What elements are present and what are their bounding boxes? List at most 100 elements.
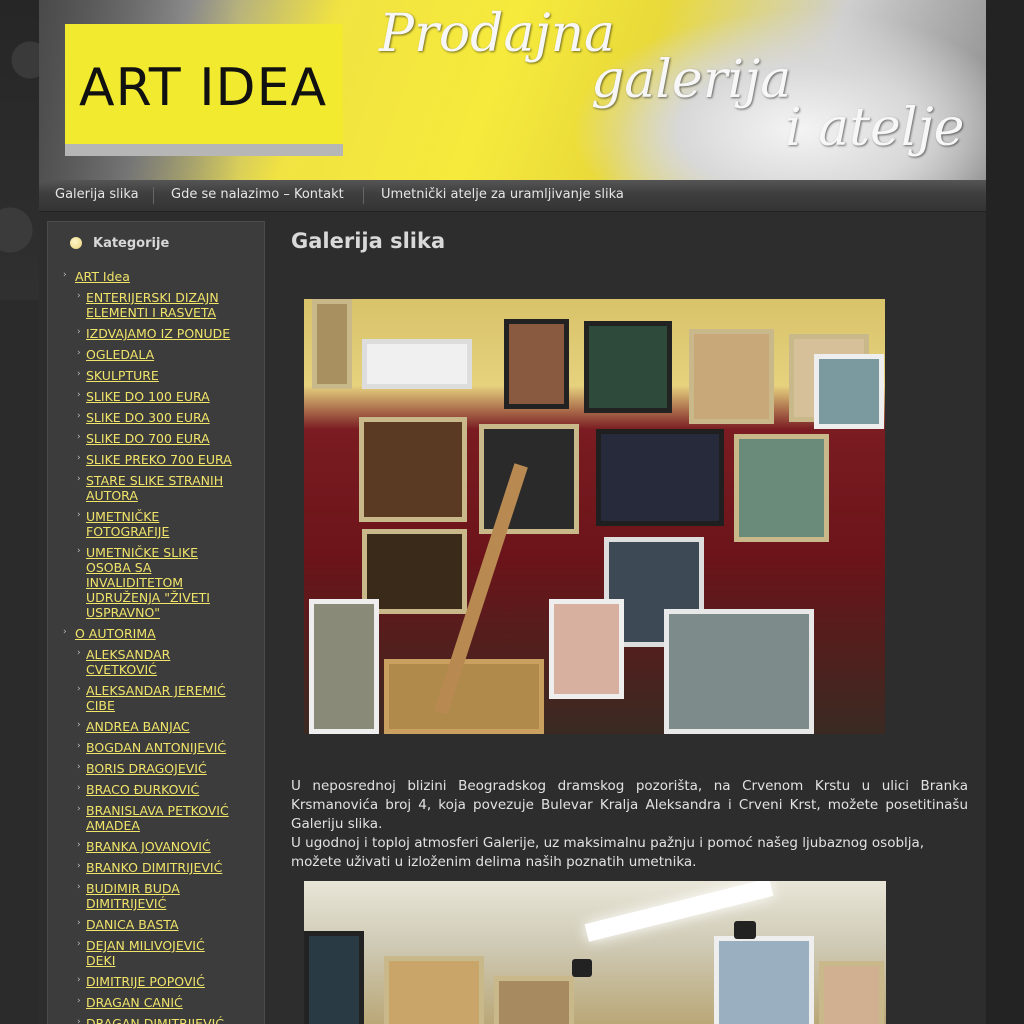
sidebar-item[interactable]: O AUTORIMA [75,626,255,641]
arrow-icon: › [63,627,67,637]
arrow-icon: › [63,270,67,280]
sidebar-item[interactable]: BRANKA JOVANOVIĆ [86,839,256,854]
painting [384,659,544,734]
sidebar-title: Kategorije [93,236,170,251]
painting [819,961,884,1024]
painting [304,931,364,1024]
sidebar-item[interactable]: DRAGAN CANIĆ [86,995,256,1010]
spotlight-icon [734,921,756,939]
sidebar-item[interactable]: BRACO ĐURKOVIĆ [86,782,256,797]
sidebar-item[interactable]: ALEKSANDAR JEREMIĆ CIBE [86,683,246,713]
arrow-icon: › [77,741,81,751]
sidebar-categories: Kategorije › ART Idea › ENTERIJERSKI DIZ… [47,221,265,1024]
arrow-icon: › [77,684,81,694]
arrow-icon: › [77,327,81,337]
sidebar-item[interactable]: BRANKO DIMITRIJEVIĆ [86,860,256,875]
intro-paragraph: U neposrednoj blizini Beogradskog dramsk… [291,778,968,832]
logo[interactable]: ART IDEA [65,24,343,156]
sidebar-item[interactable]: IZDVAJAMO IZ PONUDE [86,326,256,341]
painting [664,609,814,734]
arrow-icon: › [77,783,81,793]
sidebar-item[interactable]: UMETNIČKE SLIKE OSOBA SA INVALIDITETOM U… [86,545,226,620]
painting [596,429,724,526]
main-nav: Galerija slika Gde se nalazimo – Kontakt… [39,180,986,212]
arrow-icon: › [77,348,81,358]
intro-paragraph-2: U ugodnoj i toploj atmosferi Galerije, u… [291,835,925,870]
nav-separator [363,187,364,204]
arrow-icon: › [77,291,81,301]
arrow-icon: › [77,648,81,658]
sidebar-item[interactable]: STARE SLIKE STRANIH AUTORA [86,473,246,503]
sidebar-item[interactable]: BUDIMIR BUDA DIMITRIJEVIĆ [86,881,236,911]
sidebar-item[interactable]: DIMITRIJE POPOVIĆ [86,974,256,989]
arrow-icon: › [77,720,81,730]
sidebar-item[interactable]: DANICA BASTA [86,917,256,932]
sidebar-item[interactable]: BOGDAN ANTONIJEVIĆ [86,740,256,755]
nav-galerija[interactable]: Galerija slika [55,187,139,202]
sidebar-item[interactable]: OGLEDALA [86,347,256,362]
arrow-icon: › [77,939,81,949]
painting [309,599,379,734]
arrow-icon: › [77,918,81,928]
painting [359,417,467,522]
arrow-icon: › [77,474,81,484]
painting [714,936,814,1024]
sidebar-item[interactable]: ALEKSANDAR CVETKOVIĆ [86,647,196,677]
tagline-line-1: Prodajna [379,4,616,64]
arrow-icon: › [77,1017,81,1024]
painting [814,354,884,429]
painting [494,976,574,1024]
arrow-icon: › [77,840,81,850]
sidebar-item[interactable]: SLIKE DO 300 EURA [86,410,256,425]
tagline-line-3: i atelje [785,98,965,158]
sidebar-item[interactable]: ART Idea [75,269,255,284]
arrow-icon: › [77,804,81,814]
sidebar-item[interactable]: SLIKE PREKO 700 EURA [86,452,256,467]
sidebar-item[interactable]: DRAGAN DIMITRIJEVIĆ [86,1016,256,1024]
sidebar-item[interactable]: DEJAN MILIVOJEVIĆ DEKI [86,938,236,968]
page-title: Galerija slika [291,229,446,253]
site-header: ART IDEA Prodajna galerija i atelje [39,0,986,180]
background-swirl [0,0,40,300]
arrow-icon: › [77,882,81,892]
sidebar-item[interactable]: SLIKE DO 700 EURA [86,431,256,446]
page: ART IDEA Prodajna galerija i atelje Gale… [39,0,986,1024]
sidebar-item[interactable]: ENTERIJERSKI DIZAJN ELEMENTI I RASVETA [86,290,246,320]
arrow-icon: › [77,432,81,442]
painting [549,599,624,699]
spotlight-icon [572,959,592,977]
tagline-line-2: galerija [591,50,792,110]
painting [689,329,774,424]
arrow-icon: › [77,996,81,1006]
arrow-icon: › [77,510,81,520]
sidebar-item[interactable]: SLIKE DO 100 EURA [86,389,256,404]
painting [584,321,672,413]
painting [312,299,352,389]
arrow-icon: › [77,411,81,421]
sidebar-item[interactable]: SKULPTURE [86,368,256,383]
sidebar-item[interactable]: BRANISLAVA PETKOVIĆ AMADEA [86,803,251,833]
painting [734,434,829,542]
arrow-icon: › [77,975,81,985]
logo-text: ART IDEA [79,58,328,118]
sidebar-item[interactable]: ANDREA BANJAC [86,719,256,734]
arrow-icon: › [77,453,81,463]
air-conditioner [362,339,472,389]
arrow-icon: › [77,546,81,556]
sidebar-item[interactable]: UMETNIČKE FOTOGRAFIJE [86,509,196,539]
arrow-icon: › [77,861,81,871]
bullet-icon [70,237,82,249]
gallery-photo [304,299,885,734]
arrow-icon: › [77,762,81,772]
background-right [986,0,1024,1024]
arrow-icon: › [77,369,81,379]
gallery-photo-2 [304,881,886,1024]
nav-separator [153,187,154,204]
nav-atelje[interactable]: Umetnički atelje za uramljivanje slika [381,187,624,202]
painting [479,424,579,534]
arrow-icon: › [77,390,81,400]
sidebar-item[interactable]: BORIS DRAGOJEVIĆ [86,761,256,776]
painting [384,956,484,1024]
painting [504,319,569,409]
nav-kontakt[interactable]: Gde se nalazimo – Kontakt [171,187,344,202]
